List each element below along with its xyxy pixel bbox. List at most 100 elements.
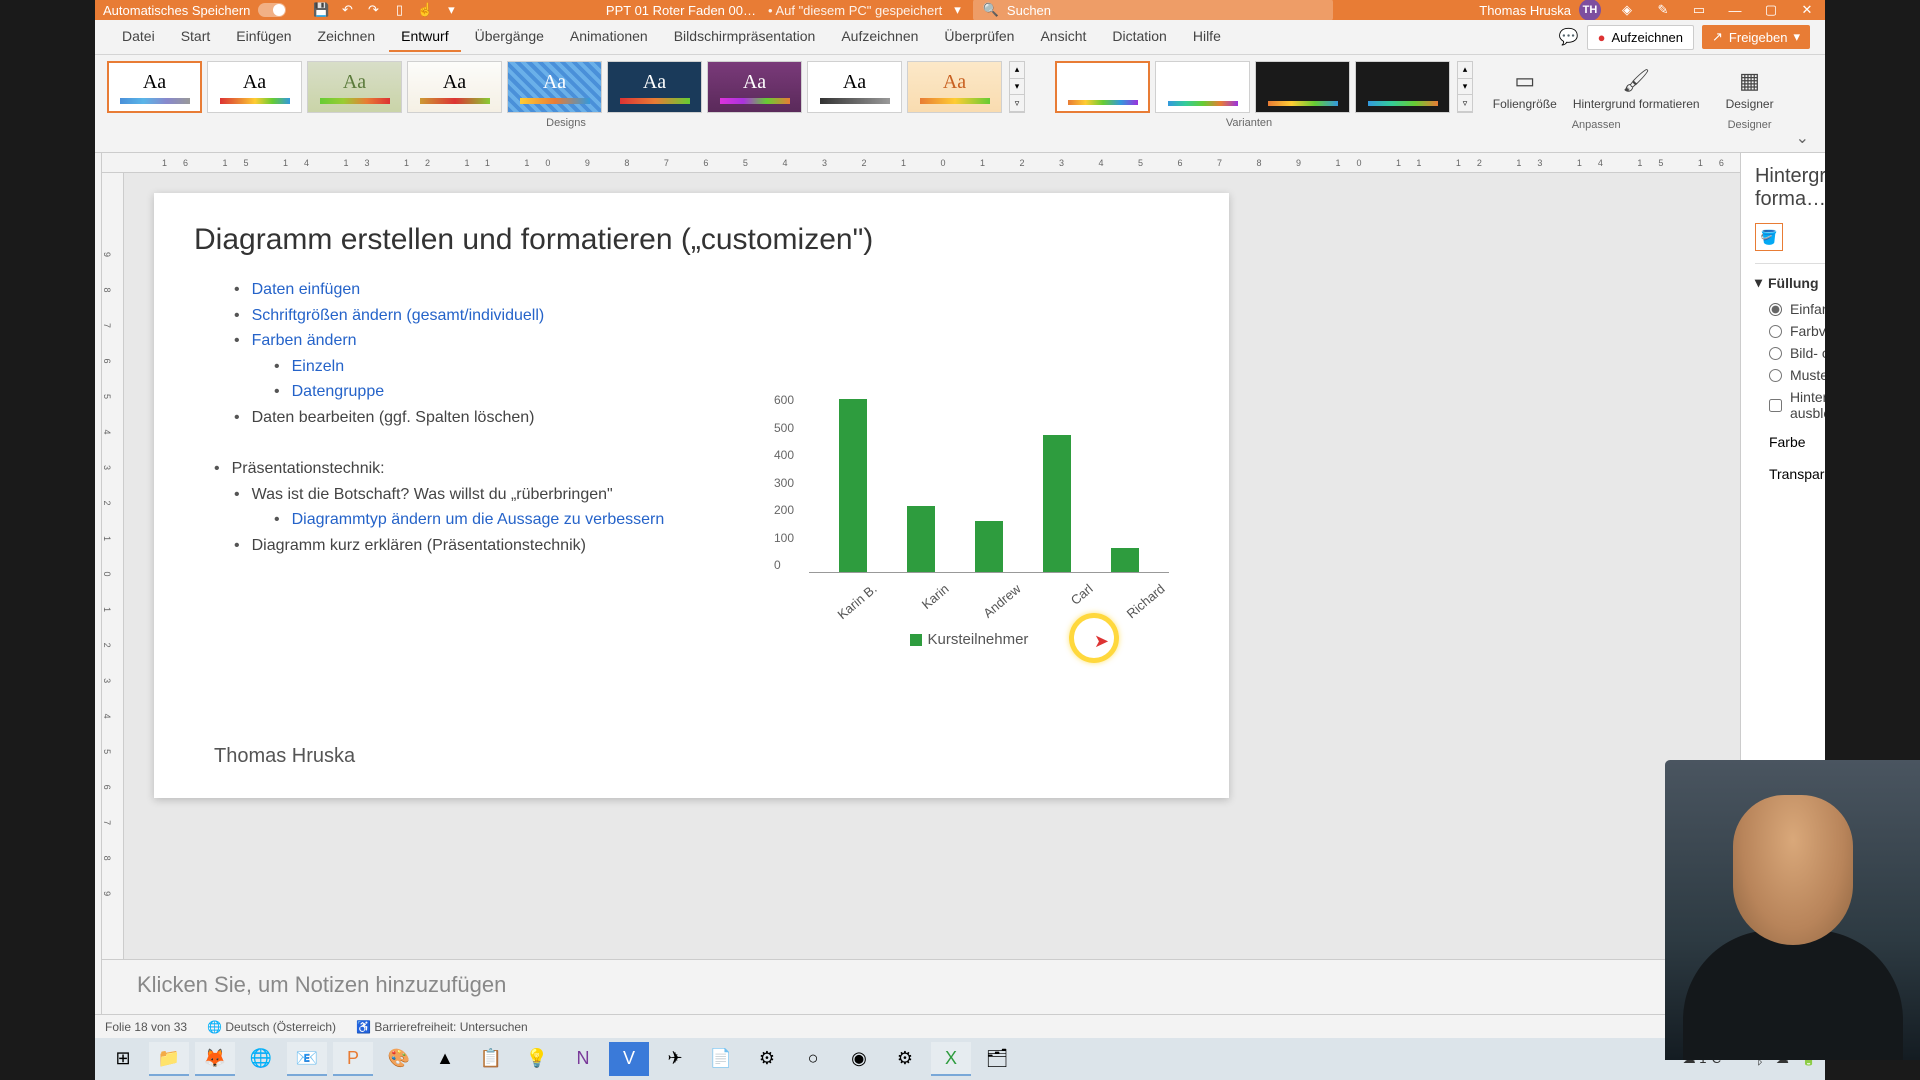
chart-x-labels: Karin B.KarinAndrewCarlRichard xyxy=(809,581,1169,596)
tab-start[interactable]: Start xyxy=(169,22,223,52)
format-background-button[interactable]: 🖌Hintergrund formatieren xyxy=(1565,61,1708,115)
app-icon[interactable]: 🗂 xyxy=(977,1042,1017,1076)
firefox-icon[interactable]: 🦊 xyxy=(195,1042,235,1076)
app-icon[interactable]: 💡 xyxy=(517,1042,557,1076)
notes-pane[interactable]: Klicken Sie, um Notizen hinzuzufügen xyxy=(102,959,1740,1014)
slide-title[interactable]: Diagramm erstellen und formatieren („cus… xyxy=(194,223,1189,257)
radio-picture-fill[interactable]: Bild- oder Texturfüllung xyxy=(1769,345,1825,361)
app-icon[interactable]: V xyxy=(609,1042,649,1076)
tab-datei[interactable]: Datei xyxy=(110,22,167,52)
tab-ueberpruefen[interactable]: Überprüfen xyxy=(932,22,1026,52)
radio-gradient-fill[interactable]: Farbverlauf xyxy=(1769,323,1825,339)
theme-thumb[interactable]: Aa xyxy=(207,61,302,113)
chart-bar[interactable] xyxy=(907,506,935,572)
tab-hilfe[interactable]: Hilfe xyxy=(1181,22,1233,52)
redo-icon[interactable]: ↷ xyxy=(365,2,381,18)
ribbon-tabs: Datei Start Einfügen Zeichnen Entwurf Üb… xyxy=(95,20,1825,55)
gallery-scroll[interactable]: ▴▾▿ xyxy=(1009,61,1025,113)
maximize-button[interactable]: ▢ xyxy=(1761,0,1781,20)
tab-animationen[interactable]: Animationen xyxy=(558,22,660,52)
app-icon[interactable]: ○ xyxy=(793,1042,833,1076)
chart-bar[interactable] xyxy=(839,399,867,572)
save-location[interactable]: • Auf "diesem PC" gespeichert xyxy=(768,3,942,18)
powerpoint-icon[interactable]: P xyxy=(333,1042,373,1076)
radio-pattern-fill[interactable]: Musterfüllung xyxy=(1769,367,1825,383)
slide-size-button[interactable]: ▭Foliengröße xyxy=(1485,61,1565,115)
slide-canvas[interactable]: Diagramm erstellen und formatieren („cus… xyxy=(154,193,1229,798)
excel-icon[interactable]: X xyxy=(931,1042,971,1076)
pen-icon[interactable]: ✎ xyxy=(1653,0,1673,20)
tab-uebergaenge[interactable]: Übergänge xyxy=(463,22,556,52)
theme-thumb[interactable]: Aa xyxy=(507,61,602,113)
start-button[interactable]: ⊞ xyxy=(103,1042,143,1076)
telegram-icon[interactable]: ✈ xyxy=(655,1042,695,1076)
diamond-icon[interactable]: ◈ xyxy=(1617,0,1637,20)
gallery-scroll[interactable]: ▴▾▿ xyxy=(1457,61,1473,113)
start-slideshow-icon[interactable]: ▯ xyxy=(391,2,407,18)
outlook-icon[interactable]: 📧 xyxy=(287,1042,327,1076)
theme-thumb[interactable]: Aa xyxy=(607,61,702,113)
app-icon[interactable]: 🎨 xyxy=(379,1042,419,1076)
tab-entwurf[interactable]: Entwurf xyxy=(389,22,460,52)
record-button[interactable]: ●Aufzeichnen xyxy=(1587,25,1694,50)
tab-bildschirmpraesentation[interactable]: Bildschirmpräsentation xyxy=(662,22,828,52)
chrome-icon[interactable]: 🌐 xyxy=(241,1042,281,1076)
vlc-icon[interactable]: ▲ xyxy=(425,1042,465,1076)
touch-mode-icon[interactable]: ☝ xyxy=(417,2,433,18)
user-account[interactable]: Thomas Hruska TH xyxy=(1479,0,1601,21)
theme-thumb[interactable]: Aa xyxy=(907,61,1002,113)
fill-section[interactable]: ▾Füllung xyxy=(1755,274,1825,291)
comments-icon[interactable]: 💬 xyxy=(1559,27,1579,47)
variant-thumb[interactable] xyxy=(1155,61,1250,113)
color-label: Farbe xyxy=(1769,434,1806,450)
chart-bar[interactable] xyxy=(1043,435,1071,572)
horizontal-ruler: 16 15 14 13 12 11 10 9 8 7 6 5 4 3 2 1 0… xyxy=(102,153,1740,173)
radio-solid-fill[interactable]: Einfarbige Füllung xyxy=(1769,301,1825,317)
save-icon[interactable]: 💾 xyxy=(313,2,329,18)
onenote-icon[interactable]: N xyxy=(563,1042,603,1076)
checkbox-hide-bg[interactable]: Hintergrundgrafiken ausblenden xyxy=(1769,389,1825,421)
app-icon[interactable]: 📄 xyxy=(701,1042,741,1076)
transparency-label: Transparenz xyxy=(1769,466,1825,482)
variant-thumb[interactable] xyxy=(1255,61,1350,113)
explorer-icon[interactable]: 📁 xyxy=(149,1042,189,1076)
thumbnail-panel[interactable]: 15 16 17━━━━━━━━━━━━━━━━━ 18 19 20 21 22… xyxy=(95,153,102,1014)
tab-aufzeichnen[interactable]: Aufzeichnen xyxy=(829,22,930,52)
settings-icon[interactable]: ⚙ xyxy=(885,1042,925,1076)
statusbar: Folie 18 von 33 🌐 Deutsch (Österreich) ♿… xyxy=(95,1014,1825,1038)
app-icon[interactable]: ◉ xyxy=(839,1042,879,1076)
toggle-switch[interactable] xyxy=(258,3,286,17)
qat-more-icon[interactable]: ▾ xyxy=(443,2,459,18)
share-button[interactable]: ↗Freigeben▾ xyxy=(1702,25,1810,49)
obs-icon[interactable]: ⚙ xyxy=(747,1042,787,1076)
close-button[interactable]: ✕ xyxy=(1797,0,1817,20)
chart-bar[interactable] xyxy=(975,521,1003,572)
variant-thumb[interactable] xyxy=(1055,61,1150,113)
tab-dictation[interactable]: Dictation xyxy=(1100,22,1178,52)
theme-thumb[interactable]: Aa xyxy=(307,61,402,113)
tab-ansicht[interactable]: Ansicht xyxy=(1028,22,1098,52)
minimize-button[interactable]: — xyxy=(1725,0,1745,20)
chevron-down-icon[interactable]: ▾ xyxy=(954,2,961,18)
search-input[interactable]: 🔍 Suchen xyxy=(973,0,1333,21)
window-icon[interactable]: ▭ xyxy=(1689,0,1709,20)
tab-einfuegen[interactable]: Einfügen xyxy=(224,22,303,52)
slide-counter[interactable]: Folie 18 von 33 xyxy=(105,1020,187,1034)
slide-author[interactable]: Thomas Hruska xyxy=(214,745,355,768)
collapse-ribbon-icon[interactable]: ⌄ xyxy=(1792,124,1813,152)
language-status[interactable]: 🌐 Deutsch (Österreich) xyxy=(207,1020,336,1034)
webcam-overlay xyxy=(1665,760,1920,1060)
chart-bar[interactable] xyxy=(1111,548,1139,572)
accessibility-status[interactable]: ♿ Barrierefreiheit: Untersuchen xyxy=(356,1020,528,1034)
theme-thumb[interactable]: Aa xyxy=(107,61,202,113)
tab-zeichnen[interactable]: Zeichnen xyxy=(306,22,388,52)
fill-tab-icon[interactable]: 🪣 xyxy=(1755,223,1783,251)
theme-thumb[interactable]: Aa xyxy=(407,61,502,113)
autosave-toggle[interactable]: Automatisches Speichern xyxy=(103,3,286,18)
app-icon[interactable]: 📋 xyxy=(471,1042,511,1076)
undo-icon[interactable]: ↶ xyxy=(339,2,355,18)
theme-thumb[interactable]: Aa xyxy=(807,61,902,113)
variant-thumb[interactable] xyxy=(1355,61,1450,113)
theme-thumb[interactable]: Aa xyxy=(707,61,802,113)
designer-button[interactable]: ▦Designer xyxy=(1718,61,1782,115)
